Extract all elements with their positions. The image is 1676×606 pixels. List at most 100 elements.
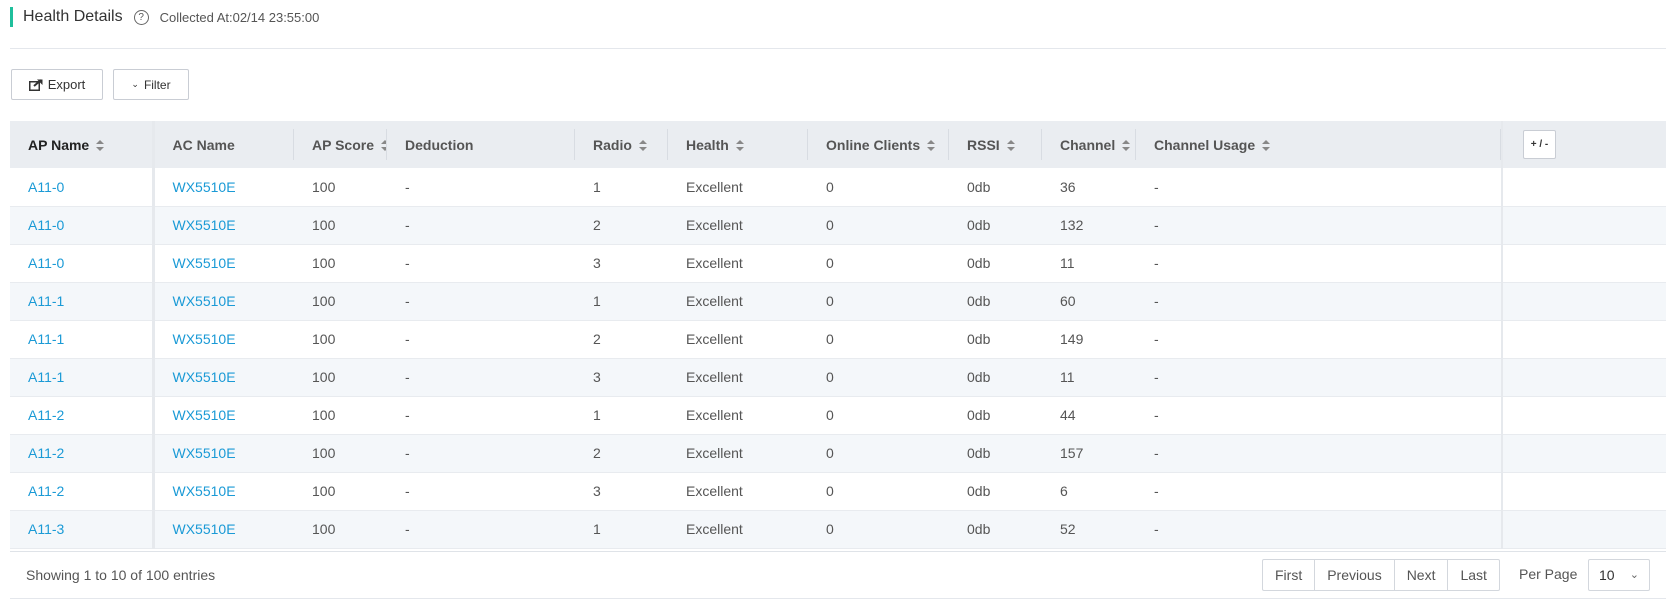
- cell-ap-score: 100: [312, 407, 336, 423]
- cell-ac-name-link[interactable]: WX5510E: [153, 206, 294, 244]
- cell-rssi: 0db: [967, 331, 991, 347]
- sort-icon[interactable]: [96, 140, 105, 152]
- column-header-health[interactable]: Health: [668, 121, 808, 168]
- column-header-radio[interactable]: Radio: [575, 121, 668, 168]
- cell-rssi: 0db: [967, 178, 991, 195]
- help-icon[interactable]: ?: [133, 9, 149, 25]
- cell-deduction: -: [405, 217, 410, 233]
- table-row: A11-0 WX5510E 100 - 2 Excellent 0 0db 132 -: [10, 206, 1666, 244]
- chevron-down-icon: ⌄: [131, 79, 139, 89]
- cell-radio: 1: [593, 407, 601, 423]
- cell-ac-name-link[interactable]: WX5510E: [153, 510, 294, 548]
- export-icon: [28, 78, 43, 91]
- previous-page-button[interactable]: Previous: [1314, 560, 1393, 590]
- cell-radio: 3: [593, 369, 601, 385]
- cell-ac-name-link[interactable]: WX5510E: [153, 168, 294, 206]
- first-page-button[interactable]: First: [1263, 560, 1314, 590]
- cell-ac-name-link[interactable]: WX5510E: [153, 358, 294, 396]
- column-toggle-button[interactable]: + / -: [1523, 130, 1556, 159]
- cell-spacer: [1501, 434, 1666, 472]
- sort-icon[interactable]: [638, 140, 647, 152]
- cell-ap-score: 100: [312, 331, 336, 347]
- cell-spacer: [1501, 358, 1666, 396]
- column-header-ap-score[interactable]: AP Score: [294, 121, 387, 168]
- cell-health: Excellent: [686, 331, 743, 347]
- column-header-ap-name[interactable]: AP Name: [10, 121, 155, 168]
- sort-icon[interactable]: [1122, 140, 1131, 152]
- sort-icon[interactable]: [1262, 140, 1271, 152]
- cell-ac-name-link[interactable]: WX5510E: [153, 282, 294, 320]
- cell-ap-name-link[interactable]: A11-0: [10, 244, 155, 282]
- cell-deduction: -: [405, 407, 410, 423]
- cell-health: Excellent: [686, 483, 743, 499]
- cell-radio: 2: [593, 217, 601, 233]
- cell-channel-usage: -: [1154, 369, 1159, 385]
- cell-spacer: [1501, 206, 1666, 244]
- cell-ap-name-link[interactable]: A11-1: [10, 358, 155, 396]
- table-row: A11-3 WX5510E 100 - 1 Excellent 0 0db 52 -: [10, 510, 1666, 548]
- cell-rssi: 0db: [967, 407, 991, 423]
- table-row: A11-2 WX5510E 100 - 3 Excellent 0 0db 6 -: [10, 472, 1666, 510]
- cell-ac-name-link[interactable]: WX5510E: [153, 472, 294, 510]
- cell-online-clients: 0: [826, 483, 834, 499]
- export-label: Export: [47, 77, 86, 92]
- sort-icon[interactable]: [927, 140, 936, 152]
- cell-online-clients: 0: [826, 217, 834, 233]
- cell-ap-name-link[interactable]: A11-1: [10, 282, 155, 320]
- cell-radio: 2: [593, 331, 601, 347]
- sort-icon[interactable]: [735, 140, 744, 152]
- cell-ac-name-link[interactable]: WX5510E: [153, 244, 294, 282]
- cell-ap-name-link[interactable]: A11-0: [10, 168, 155, 206]
- last-page-button[interactable]: Last: [1447, 560, 1498, 590]
- pagination: First Previous Next Last: [1262, 559, 1500, 591]
- cell-health: Excellent: [686, 521, 743, 537]
- cell-online-clients: 0: [826, 369, 834, 385]
- cell-rssi: 0db: [967, 521, 991, 537]
- cell-ac-name-link[interactable]: WX5510E: [153, 396, 294, 434]
- cell-spacer: [1501, 396, 1666, 434]
- table-body: A11-0 WX5510E 100-1 Excellent 0 0db 36- A11-0 WX…: [10, 168, 1666, 548]
- per-page-select[interactable]: 10 ⌄: [1588, 559, 1650, 591]
- column-header-channel-usage[interactable]: Channel Usage: [1136, 121, 1502, 168]
- cell-deduction: -: [405, 369, 410, 385]
- export-button[interactable]: Export: [11, 69, 103, 100]
- cell-ap-name-link[interactable]: A11-1: [10, 320, 155, 358]
- cell-online-clients: 0: [826, 255, 834, 271]
- cell-channel: 157: [1060, 445, 1084, 461]
- cell-spacer: [1501, 510, 1666, 548]
- cell-health: Excellent: [686, 255, 743, 271]
- cell-radio: 2: [593, 445, 601, 461]
- column-header-online-clients[interactable]: Online Clients: [808, 121, 949, 168]
- cell-spacer: [1501, 244, 1666, 282]
- cell-health: Excellent: [686, 407, 743, 423]
- table-header-row: AP Name AC Name AP Score Deduction Radio Heal…: [10, 121, 1666, 168]
- filter-button[interactable]: ⌄ Filter: [113, 69, 189, 100]
- cell-ap-name-link[interactable]: A11-0: [10, 206, 155, 244]
- title-accent-bar: [10, 7, 13, 27]
- cell-rssi: 0db: [967, 445, 991, 461]
- cell-deduction: -: [405, 293, 410, 309]
- cell-ap-name-link[interactable]: A11-3: [10, 510, 155, 548]
- column-header-label: AP Name: [28, 136, 90, 153]
- column-header-channel[interactable]: Channel: [1042, 121, 1136, 168]
- cell-radio: 1: [593, 521, 601, 537]
- cell-ap-name-link[interactable]: A11-2: [10, 434, 155, 472]
- entries-summary: Showing 1 to 10 of 100 entries: [26, 567, 216, 583]
- cell-ac-name-link[interactable]: WX5510E: [153, 320, 294, 358]
- cell-radio: 1: [593, 178, 601, 195]
- column-separator[interactable]: [1500, 129, 1501, 160]
- cell-ap-score: 100: [312, 369, 336, 385]
- sort-icon[interactable]: [1006, 140, 1015, 152]
- cell-ap-score: 100: [312, 483, 336, 499]
- cell-rssi: 0db: [967, 483, 991, 499]
- cell-channel-usage: -: [1154, 407, 1159, 423]
- cell-ap-name-link[interactable]: A11-2: [10, 396, 155, 434]
- column-header-label: Channel Usage: [1154, 136, 1256, 153]
- cell-deduction: -: [405, 521, 410, 537]
- next-page-button[interactable]: Next: [1393, 560, 1448, 590]
- column-header-rssi[interactable]: RSSI: [949, 121, 1042, 168]
- cell-radio: 1: [593, 293, 601, 309]
- cell-ac-name-link[interactable]: WX5510E: [153, 434, 294, 472]
- cell-ap-name-link[interactable]: A11-2: [10, 472, 155, 510]
- cell-health: Excellent: [686, 217, 743, 233]
